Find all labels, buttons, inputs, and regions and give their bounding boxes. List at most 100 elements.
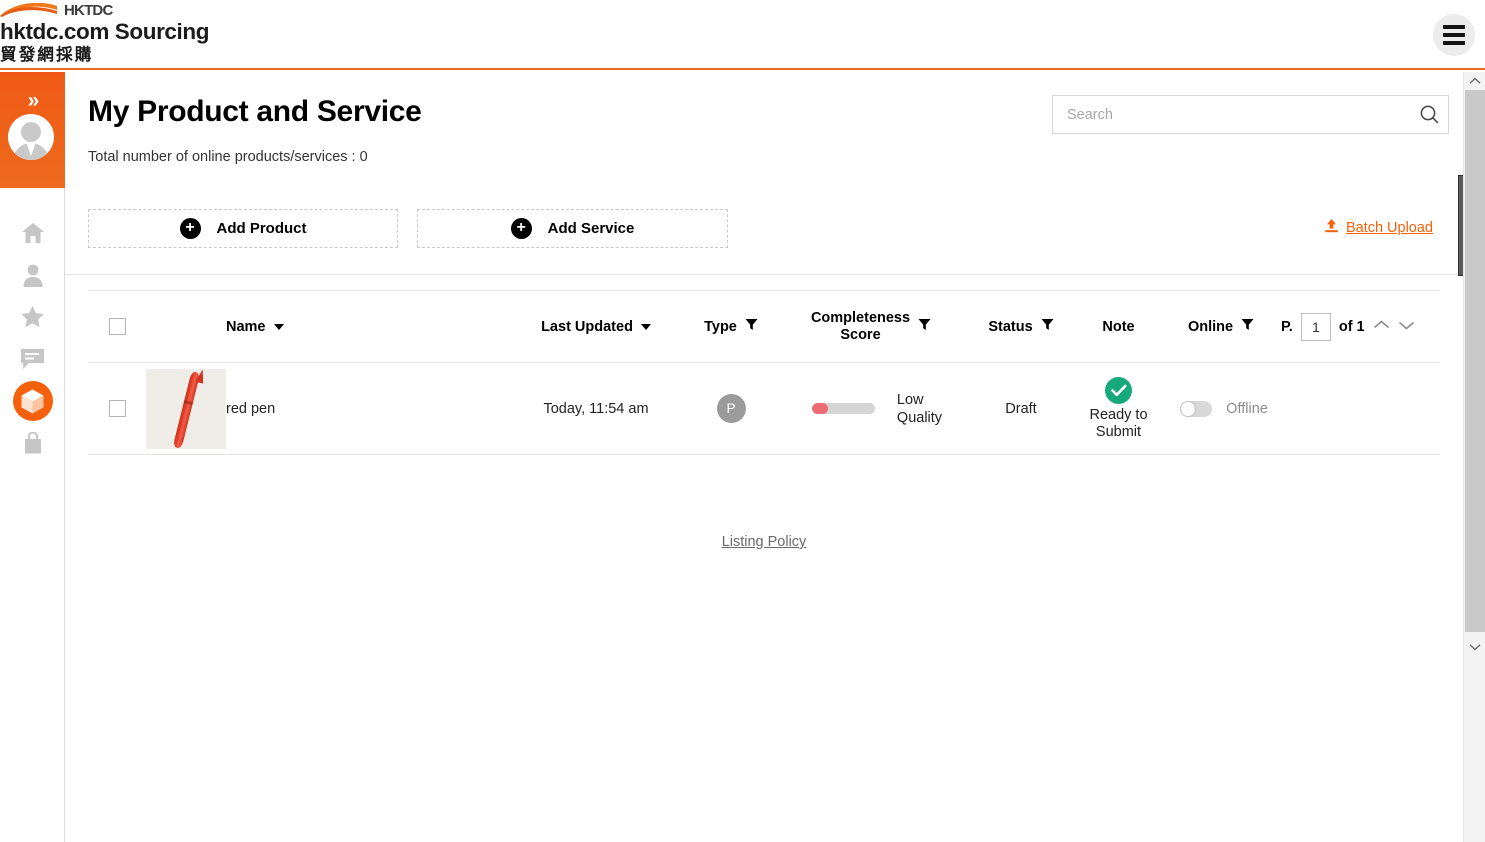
quality-line1: Low	[896, 391, 924, 408]
hktdc-wordmark: HKTDC	[64, 2, 113, 19]
upload-icon	[1324, 218, 1339, 237]
column-header-type[interactable]: Type	[686, 318, 776, 335]
filter-completeness-score-icon[interactable]	[918, 318, 931, 335]
search-box[interactable]	[1052, 95, 1449, 134]
completeness-line2: Score	[840, 326, 881, 343]
column-label-status: Status	[988, 318, 1033, 335]
total-count-text: Total number of online products/services…	[88, 149, 368, 165]
filter-status-icon[interactable]	[1041, 318, 1054, 335]
row-type-cell: P	[686, 394, 776, 423]
sidebar-item-orders[interactable]	[0, 422, 65, 464]
row-last-updated: Today, 11:54 am	[543, 400, 649, 417]
hamburger-bar-1	[1443, 25, 1465, 29]
online-status-label: Offline	[1226, 400, 1268, 417]
sidebar-item-home[interactable]	[0, 212, 65, 254]
pen-body	[172, 370, 201, 449]
column-label-note: Note	[1102, 318, 1135, 335]
sidebar-user-panel: »	[0, 72, 65, 188]
page-title: My Product and Service	[88, 95, 422, 128]
scroll-up-arrow-icon[interactable]	[1464, 72, 1485, 90]
hamburger-bar-2	[1443, 33, 1465, 37]
note-line2: Submit	[1095, 423, 1142, 440]
avatar[interactable]	[8, 114, 54, 160]
page-prefix-label: P.	[1281, 318, 1293, 335]
top-header: HKTDC hktdc.com Sourcing 貿發網採購	[0, 0, 1485, 70]
batch-upload-label: Batch Upload	[1345, 219, 1433, 236]
select-all-cell	[88, 318, 146, 335]
page-down-chevron-icon[interactable]	[1398, 319, 1415, 335]
brand-name-zh: 貿發網採購	[0, 46, 94, 64]
page-of-label: of 1	[1338, 318, 1365, 335]
filter-online-icon[interactable]	[1241, 318, 1254, 335]
column-label-type: Type	[704, 318, 737, 335]
star-icon	[20, 305, 45, 329]
table-row[interactable]: red pen Today, 11:54 am P Low Quality Dr…	[88, 363, 1440, 455]
select-all-checkbox[interactable]	[108, 318, 126, 335]
online-toggle-knob	[1181, 401, 1196, 416]
add-service-label: Add Service	[547, 220, 635, 237]
batch-upload-button[interactable]: Batch Upload	[1324, 218, 1433, 237]
bag-icon	[24, 432, 42, 454]
plus-icon: +	[179, 218, 201, 239]
product-active-pill	[12, 381, 53, 421]
scrollbar-thumb[interactable]	[1465, 90, 1485, 632]
sidebar-item-messages[interactable]	[0, 338, 65, 380]
hktdc-swoosh-icon	[0, 3, 62, 18]
pagination-cell: P. of 1	[1281, 312, 1440, 341]
search-icon[interactable]	[1410, 96, 1448, 134]
hamburger-bar-3	[1443, 41, 1465, 45]
page-up-chevron-icon[interactable]	[1373, 319, 1390, 335]
type-badge: P	[716, 394, 746, 423]
main-content: My Product and Service Total number of o…	[65, 72, 1463, 842]
row-product-name[interactable]: red pen	[226, 401, 506, 417]
online-toggle[interactable]	[1180, 400, 1213, 417]
row-note-cell: Ready to Submit	[1076, 376, 1161, 441]
page-number-input[interactable]	[1300, 312, 1331, 341]
brand-block[interactable]: HKTDC hktdc.com Sourcing 貿發網採購	[0, 2, 209, 65]
box-icon	[21, 389, 44, 414]
scroll-down-arrow-icon[interactable]	[1464, 638, 1485, 656]
sidebar: »	[0, 72, 65, 842]
vertical-scrollbar[interactable]	[1463, 72, 1485, 842]
row-checkbox[interactable]	[108, 400, 126, 417]
completeness-quality-label: Low Quality	[897, 391, 942, 427]
listing-policy-link[interactable]: Listing Policy	[65, 534, 1463, 550]
column-header-name[interactable]: Name	[226, 319, 506, 335]
column-header-completeness-score[interactable]: Completeness Score	[776, 310, 966, 344]
products-table: Name Last Updated Type Completeness Scor…	[88, 290, 1440, 455]
column-header-last-updated[interactable]: Last Updated	[506, 319, 686, 335]
sidebar-item-product[interactable]	[0, 380, 65, 422]
hktdc-logo[interactable]: HKTDC	[0, 2, 209, 18]
plus-icon: +	[510, 218, 532, 239]
row-online-cell: Offline	[1161, 400, 1281, 417]
row-thumbnail-cell	[146, 368, 226, 449]
brand-name-en: hktdc.com Sourcing	[0, 19, 210, 44]
filter-type-icon[interactable]	[745, 318, 758, 335]
table-header-row: Name Last Updated Type Completeness Scor…	[88, 291, 1440, 363]
column-label-online: Online	[1187, 318, 1234, 335]
add-product-button[interactable]: + Add Product	[88, 209, 398, 248]
product-thumbnail[interactable]	[146, 368, 226, 449]
add-service-button[interactable]: + Add Service	[417, 209, 728, 248]
row-status: Draft	[1005, 400, 1037, 417]
message-icon	[20, 348, 45, 370]
search-input[interactable]	[1053, 106, 1410, 123]
row-completeness-score-cell: Low Quality	[776, 391, 966, 427]
sidebar-item-favourites[interactable]	[0, 296, 65, 338]
person-icon	[23, 264, 43, 287]
sidebar-expand-icon[interactable]: »	[0, 90, 65, 111]
hamburger-menu-icon[interactable]	[1433, 14, 1475, 56]
sort-last-updated-caret-down-icon[interactable]	[640, 323, 651, 330]
column-label-name: Name	[226, 318, 266, 335]
sidebar-item-profile[interactable]	[0, 254, 65, 296]
column-header-status[interactable]: Status	[966, 318, 1076, 335]
column-label-completeness-score: Completeness Score	[811, 310, 910, 344]
check-circle-icon	[1105, 376, 1132, 404]
column-header-online[interactable]: Online	[1161, 318, 1281, 335]
home-icon	[21, 222, 45, 244]
sort-name-caret-down-icon[interactable]	[273, 323, 284, 330]
add-product-label: Add Product	[216, 220, 307, 237]
quality-line2: Quality	[896, 409, 943, 426]
pagination: P. of 1	[1281, 312, 1415, 341]
row-select-cell	[88, 400, 146, 417]
